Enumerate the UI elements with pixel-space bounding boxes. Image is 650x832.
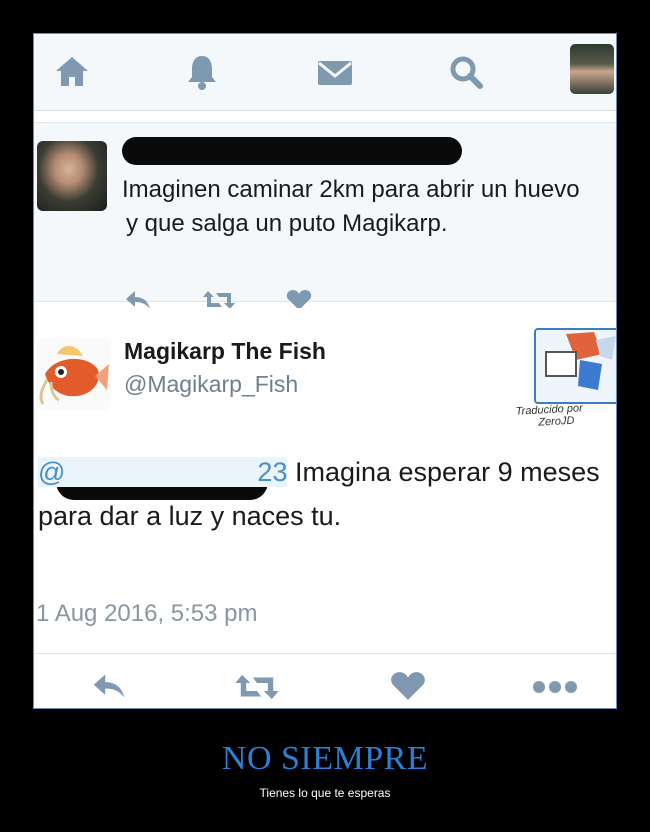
search-icon[interactable]: [446, 52, 486, 92]
redaction-bar: [122, 137, 462, 165]
tweet-text: @23 Imagina esperar 9 meses para dar a l…: [38, 450, 616, 538]
home-icon[interactable]: [52, 52, 92, 92]
user-handle[interactable]: @Magikarp_Fish: [124, 371, 298, 398]
screenshot-frame: Imaginen caminar 2km para abrir un huevo…: [33, 33, 617, 709]
tweet-actions: [34, 653, 616, 708]
translator-signature: Traducido por ZeroJD: [515, 402, 584, 429]
tweet-text-line: y que salga un puto Magikarp.: [126, 210, 448, 237]
tweet-detail[interactable]: Magikarp The Fish @Magikarp_Fish Traduci…: [34, 308, 616, 708]
display-name[interactable]: Magikarp The Fish: [124, 338, 326, 365]
bell-icon[interactable]: [182, 52, 222, 92]
tweet-text-line: para dar a luz y naces tu.: [38, 501, 342, 531]
more-icon[interactable]: [532, 680, 578, 694]
retweet-icon[interactable]: [234, 672, 280, 702]
tweet-card[interactable]: Imaginen caminar 2km para abrir un huevo…: [34, 122, 616, 310]
tweet-text-line: Imaginen caminar 2km para abrir un huevo: [122, 176, 580, 203]
tweet-text: Imaginen caminar 2km para abrir un huevo…: [122, 173, 616, 241]
reply-icon[interactable]: [90, 672, 128, 700]
mail-icon[interactable]: [315, 52, 355, 92]
avatar[interactable]: [37, 141, 107, 211]
avatar[interactable]: [37, 338, 111, 410]
caption-subtitle: Tienes lo que te esperas: [259, 786, 391, 800]
caption-title: NO SIEMPRE: [221, 740, 429, 777]
mention-link[interactable]: @23: [38, 457, 288, 487]
timestamp[interactable]: 1 Aug 2016, 5:53 pm: [36, 600, 258, 628]
profile-avatar[interactable]: [570, 44, 614, 94]
heart-icon[interactable]: [390, 670, 426, 702]
tweet-text-line: @23 Imagina esperar 9 meses: [38, 457, 600, 487]
sticker-image: [534, 328, 616, 404]
top-navbar: [34, 34, 616, 111]
